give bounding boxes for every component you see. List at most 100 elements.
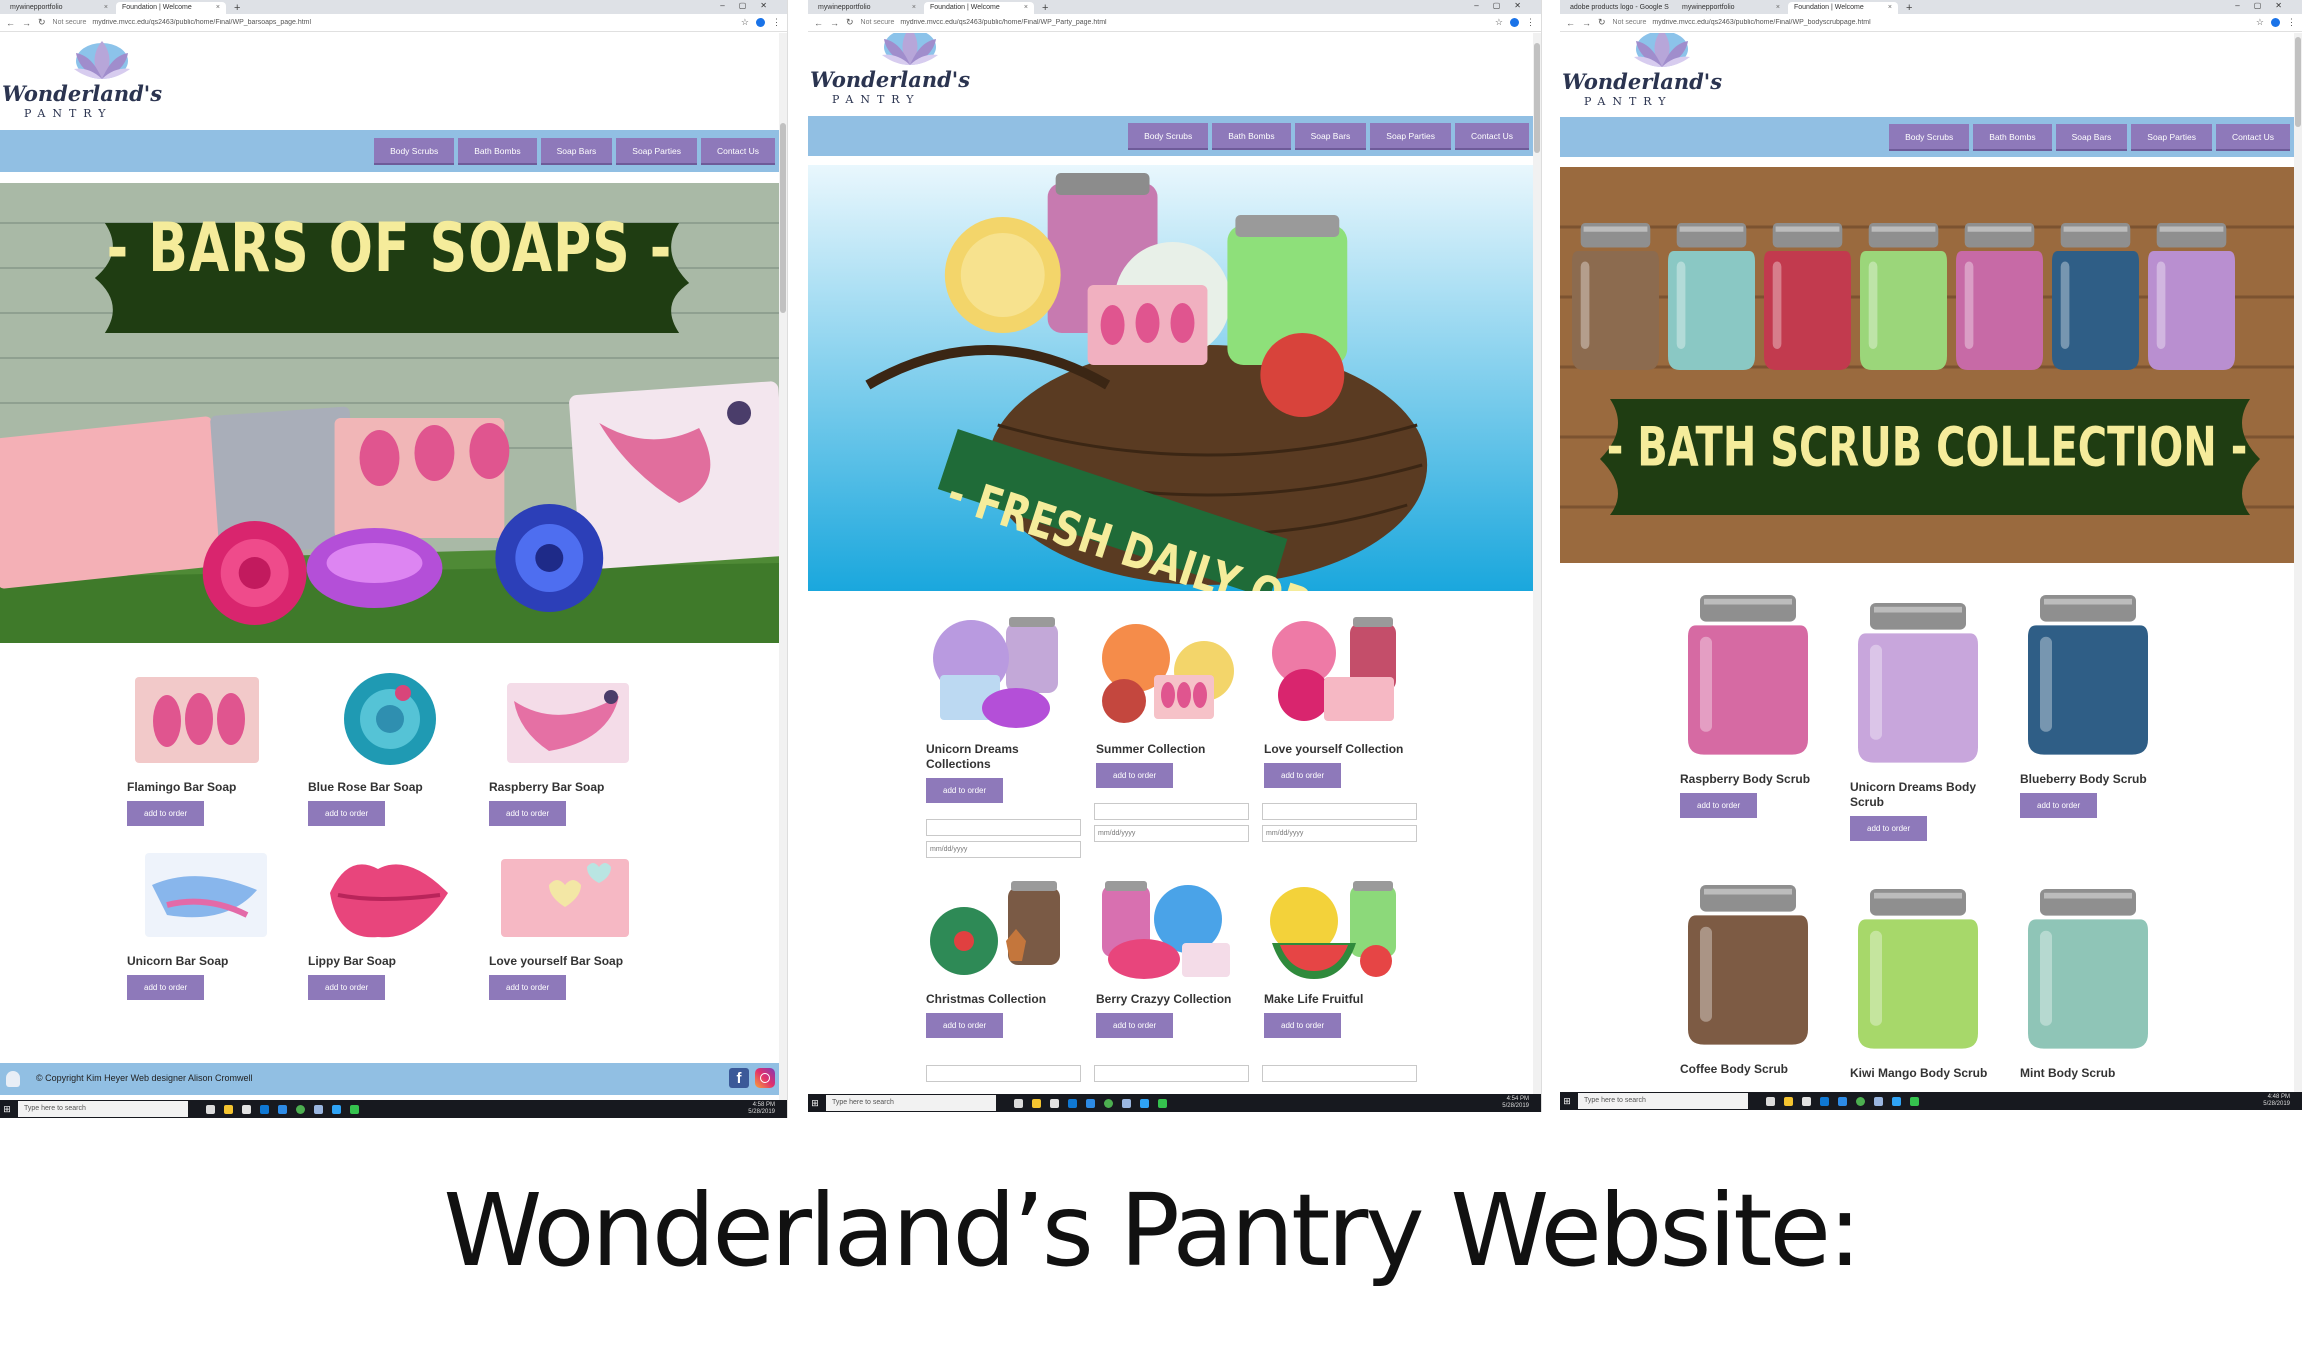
site-logo[interactable]: Wonderland's PANTRY	[1560, 33, 1725, 108]
photoshop-icon[interactable]	[1892, 1096, 1901, 1106]
add-to-order-button[interactable]: add to order	[127, 801, 205, 826]
site-logo[interactable]: Wonderland's PANTRY	[0, 35, 165, 120]
taskbar-search[interactable]: Type here to search	[18, 1101, 188, 1117]
chrome-icon[interactable]	[296, 1104, 305, 1114]
new-tab-button[interactable]: +	[228, 2, 246, 14]
system-tray[interactable]: 4:58 PM 5/28/2019	[748, 1102, 775, 1116]
scrollbar[interactable]	[2294, 33, 2302, 1092]
add-to-order-button[interactable]: add to order	[1264, 763, 1342, 788]
profile-avatar[interactable]	[2271, 18, 2280, 27]
scrollbar[interactable]	[1533, 33, 1541, 1094]
reload-icon[interactable]: ↻	[38, 17, 46, 28]
taskbar-search[interactable]: Type here to search	[826, 1095, 996, 1111]
file-explorer-icon[interactable]	[1784, 1096, 1793, 1106]
party-name-field[interactable]	[1262, 803, 1417, 820]
star-icon[interactable]: ☆	[2256, 17, 2264, 28]
party-name-field[interactable]	[926, 819, 1081, 836]
back-icon[interactable]: ←	[1566, 18, 1575, 28]
store-icon[interactable]	[1050, 1098, 1059, 1108]
profile-avatar[interactable]	[1510, 18, 1519, 27]
add-to-order-button[interactable]: add to order	[489, 801, 567, 826]
browser-tab-active[interactable]: Foundation | Welcome ×	[116, 2, 226, 14]
photoshop-icon[interactable]	[1140, 1098, 1149, 1108]
store-icon[interactable]	[242, 1104, 251, 1114]
profile-avatar[interactable]	[756, 18, 765, 27]
edge-icon[interactable]	[1838, 1096, 1847, 1106]
new-tab-button[interactable]: +	[1900, 2, 1918, 14]
star-icon[interactable]: ☆	[1495, 17, 1503, 28]
nav-soap-parties[interactable]: Soap Parties	[2131, 124, 2212, 151]
url-field[interactable]: Not secure mydrive.mvcc.edu/qs2463/public…	[861, 19, 1488, 26]
add-to-order-button[interactable]: add to order	[1096, 1013, 1174, 1038]
url-field[interactable]: Not secure mydrive.mvcc.edu/qs2463/public…	[53, 19, 734, 26]
facebook-icon[interactable]: f	[729, 1068, 749, 1088]
add-to-order-button[interactable]: add to order	[1264, 1013, 1342, 1038]
dreamweaver-icon[interactable]	[1910, 1096, 1919, 1106]
windows-start-icon[interactable]: ⊞	[808, 1094, 822, 1112]
mail-icon[interactable]	[1820, 1096, 1829, 1106]
photos-icon[interactable]	[1874, 1096, 1883, 1106]
add-to-order-button[interactable]: add to order	[926, 778, 1004, 803]
browser-tab-active[interactable]: Foundation | Welcome ×	[1788, 2, 1898, 14]
window-controls[interactable]: –▢✕	[720, 1, 781, 10]
party-name-field[interactable]	[1262, 1065, 1417, 1082]
windows-start-icon[interactable]: ⊞	[1560, 1092, 1574, 1110]
browser-tab-active[interactable]: Foundation | Welcome ×	[924, 2, 1034, 14]
browser-tab[interactable]: mywinepportfolio ×	[812, 2, 922, 14]
nav-soap-parties[interactable]: Soap Parties	[1370, 123, 1451, 150]
add-to-order-button[interactable]: add to order	[489, 975, 567, 1000]
photos-icon[interactable]	[314, 1104, 323, 1114]
nav-contact-us[interactable]: Contact Us	[700, 138, 775, 165]
forward-icon[interactable]: →	[830, 18, 839, 28]
nav-bath-bombs[interactable]: Bath Bombs	[1973, 124, 2052, 151]
add-to-order-button[interactable]: add to order	[127, 975, 205, 1000]
nav-contact-us[interactable]: Contact Us	[2215, 124, 2290, 151]
new-tab-button[interactable]: +	[1036, 2, 1054, 14]
menu-icon[interactable]: ⋮	[1526, 17, 1535, 28]
edge-icon[interactable]	[1086, 1098, 1095, 1108]
forward-icon[interactable]: →	[22, 18, 31, 28]
nav-body-scrubs[interactable]: Body Scrubs	[1889, 124, 1970, 151]
task-view-icon[interactable]	[206, 1104, 215, 1114]
nav-soap-bars[interactable]: Soap Bars	[1294, 123, 1367, 150]
system-tray[interactable]: 4:48 PM 5/28/2019	[2263, 1094, 2290, 1108]
scrollbar[interactable]	[779, 33, 787, 1100]
browser-tab[interactable]: adobe products logo - Google S×	[1564, 2, 1674, 14]
party-name-field[interactable]	[1094, 1065, 1249, 1082]
file-explorer-icon[interactable]	[224, 1104, 233, 1114]
system-tray[interactable]: 4:54 PM 5/28/2019	[1502, 1096, 1529, 1110]
window-controls[interactable]: –▢✕	[2235, 1, 2296, 10]
site-logo[interactable]: Wonderland's PANTRY	[808, 33, 973, 106]
edge-icon[interactable]	[278, 1104, 287, 1114]
mail-icon[interactable]	[260, 1104, 269, 1114]
nav-soap-bars[interactable]: Soap Bars	[540, 138, 613, 165]
task-view-icon[interactable]	[1014, 1098, 1023, 1108]
browser-tab[interactable]: mywinepportfolio ×	[4, 2, 114, 14]
forward-icon[interactable]: →	[1582, 18, 1591, 28]
nav-soap-parties[interactable]: Soap Parties	[616, 138, 697, 165]
reload-icon[interactable]: ↻	[846, 17, 854, 28]
party-name-field[interactable]	[926, 1065, 1081, 1082]
window-controls[interactable]: –▢✕	[1474, 1, 1535, 10]
star-icon[interactable]: ☆	[741, 17, 749, 28]
reload-icon[interactable]: ↻	[1598, 17, 1606, 28]
dreamweaver-icon[interactable]	[1158, 1098, 1167, 1108]
nav-body-scrubs[interactable]: Body Scrubs	[374, 138, 455, 165]
menu-icon[interactable]: ⋮	[2287, 17, 2296, 28]
add-to-order-button[interactable]: add to order	[1680, 793, 1758, 818]
nav-body-scrubs[interactable]: Body Scrubs	[1128, 123, 1209, 150]
taskbar-search[interactable]: Type here to search	[1578, 1093, 1748, 1109]
windows-start-icon[interactable]: ⊞	[0, 1100, 14, 1118]
instagram-icon[interactable]	[755, 1068, 775, 1088]
nav-bath-bombs[interactable]: Bath Bombs	[1212, 123, 1291, 150]
add-to-order-button[interactable]: add to order	[1096, 763, 1174, 788]
url-field[interactable]: Not secure mydrive.mvcc.edu/qs2463/public…	[1613, 19, 2249, 26]
party-name-field[interactable]	[1094, 803, 1249, 820]
party-date-input[interactable]: mm/dd/yyyy	[926, 841, 1081, 858]
photos-icon[interactable]	[1122, 1098, 1131, 1108]
nav-soap-bars[interactable]: Soap Bars	[2055, 124, 2128, 151]
add-to-order-button[interactable]: add to order	[2020, 793, 2098, 818]
chrome-icon[interactable]	[1856, 1096, 1865, 1106]
task-view-icon[interactable]	[1766, 1096, 1775, 1106]
party-date-input[interactable]: mm/dd/yyyy	[1094, 825, 1249, 842]
